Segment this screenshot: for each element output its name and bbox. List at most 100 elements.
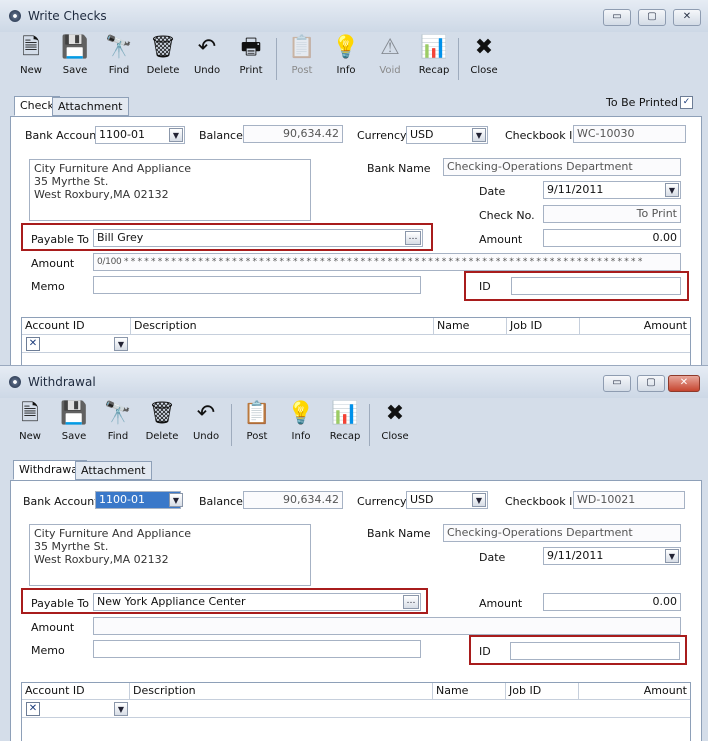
info-button[interactable]: 💡 Info [279, 400, 323, 450]
window-title: Withdrawal [28, 375, 96, 389]
recap-button[interactable]: 📊 Recap [323, 400, 367, 450]
find-button[interactable]: 🔭 Find [96, 400, 140, 450]
payable-to-field[interactable]: New York Appliance Center [93, 593, 421, 611]
recap-button[interactable]: 📊 Recap [412, 34, 456, 84]
column-header-name[interactable]: Name [433, 683, 506, 699]
undo-button[interactable]: ↶ Undo [184, 400, 228, 450]
row-divider [22, 717, 690, 718]
column-header-name[interactable]: Name [434, 318, 507, 334]
bank-account-dropdown-icon[interactable]: ▼ [169, 493, 183, 507]
void-button[interactable]: ⚠ Void [368, 34, 412, 84]
post-icon: 📋 [243, 401, 271, 426]
amount-label: Amount [479, 597, 523, 610]
address-line: West Roxbury,MA 02132 [34, 188, 169, 201]
amount-field[interactable]: 0.00 [543, 229, 681, 247]
account-id-dropdown-icon[interactable]: ▼ [114, 702, 128, 716]
memo-field[interactable] [93, 640, 421, 658]
currency-dropdown-icon[interactable]: ▼ [472, 128, 486, 142]
address-line: City Furniture And Appliance [34, 162, 192, 175]
find-button[interactable]: 🔭 Find [97, 34, 141, 84]
address-line: 35 Myrthe St. [34, 540, 109, 553]
post-button[interactable]: 📋 Post [280, 34, 324, 84]
post-button[interactable]: 📋 Post [235, 400, 279, 450]
column-header-job-id[interactable]: Job ID [506, 683, 579, 699]
undo-button[interactable]: ↶ Undo [185, 34, 229, 84]
toolbar-button-label: Post [291, 65, 313, 76]
close-window-button[interactable]: ✕ [673, 9, 701, 26]
minimize-button[interactable]: ▭ [603, 375, 631, 392]
close-button[interactable]: ✖ Close [462, 34, 506, 84]
printer-icon: 🖶 [240, 35, 262, 60]
memo-field[interactable] [93, 276, 421, 294]
bank-name-label: Bank Name [367, 162, 431, 175]
line-items-grid: Account ID Description Name Job ID Amoun… [21, 682, 691, 741]
save-button[interactable]: 💾 Save [52, 400, 96, 450]
trash-can-icon: 🗑 [148, 401, 176, 426]
id-field[interactable] [510, 642, 680, 660]
tab-attachment[interactable]: Attachment [52, 97, 129, 116]
toolbar-button-label: Recap [418, 65, 450, 76]
toolbar: 🗎 New 💾 Save 🔭 Find 🗑 Delete ↶ Undo 📋 Post 💡 Info 📊 Rec… [0, 398, 708, 452]
id-field[interactable] [511, 277, 681, 295]
column-header-amount[interactable]: Amount [579, 683, 690, 699]
column-header-account-id[interactable]: Account ID [22, 683, 130, 699]
column-header-job-id[interactable]: Job ID [507, 318, 580, 334]
payable-to-lookup-button[interactable]: … [403, 595, 419, 609]
minimize-button[interactable]: ▭ [603, 9, 631, 26]
column-header-account-id[interactable]: Account ID [22, 318, 131, 334]
new-button[interactable]: 🗎 New [9, 34, 53, 84]
date-dropdown-icon[interactable]: ▼ [665, 549, 679, 563]
toolbar-button-label: Recap [329, 431, 361, 442]
recap-icon: 📊 [331, 401, 359, 426]
amount-field[interactable]: 0.00 [543, 593, 681, 611]
toolbar-button-label: Find [108, 65, 130, 76]
delete-button[interactable]: 🗑 Delete [141, 34, 185, 84]
tab-attachment[interactable]: Attachment [75, 461, 152, 480]
toolbar-separator [231, 404, 232, 446]
toolbar-button-label: Close [381, 431, 409, 442]
to-be-printed-checkbox[interactable]: ✓ [680, 96, 693, 109]
title-bar[interactable]: Write Checks ▭ ▢ ✕ [0, 0, 708, 32]
account-id-dropdown-icon[interactable]: ▼ [114, 337, 128, 351]
bank-account-dropdown-icon[interactable]: ▼ [169, 128, 183, 142]
checkbook-id-field: WC-10030 [573, 125, 686, 143]
toolbar-button-label: New [20, 65, 42, 76]
currency-dropdown-icon[interactable]: ▼ [472, 493, 486, 507]
address-line: City Furniture And Appliance [34, 527, 192, 540]
floppy-disk-icon: 💾 [60, 401, 88, 426]
maximize-button[interactable]: ▢ [637, 375, 665, 392]
binoculars-icon: 🔭 [104, 401, 132, 426]
binoculars-icon: 🔭 [105, 35, 133, 60]
column-header-amount[interactable]: Amount [580, 318, 690, 334]
bank-name-field: Checking-Operations Department [443, 158, 681, 176]
bank-name-field: Checking-Operations Department [443, 524, 681, 542]
row-delete-checkbox[interactable]: ✕ [26, 337, 40, 351]
column-header-description[interactable]: Description [130, 683, 433, 699]
address-box[interactable]: City Furniture And Appliance 35 Myrthe S… [29, 524, 311, 586]
delete-button[interactable]: 🗑 Delete [140, 400, 184, 450]
check-panel: Bank Account 1100-01 ▼ Balance 90,634.42… [10, 116, 702, 365]
id-label: ID [479, 280, 491, 293]
date-field[interactable]: 9/11/2011 [543, 547, 681, 565]
row-delete-checkbox[interactable]: ✕ [26, 702, 40, 716]
payable-to-lookup-button[interactable]: … [405, 231, 421, 245]
toolbar-button-label: Print [239, 65, 263, 76]
close-window-button[interactable]: ✕ [668, 375, 700, 392]
toolbar-separator [458, 38, 459, 80]
date-dropdown-icon[interactable]: ▼ [665, 183, 679, 197]
print-button[interactable]: 🖶 Print [229, 34, 273, 84]
address-box[interactable]: City Furniture And Appliance 35 Myrthe S… [29, 159, 311, 221]
title-bar[interactable]: Withdrawal ▭ ▢ ✕ [0, 366, 708, 398]
date-field[interactable]: 9/11/2011 [543, 181, 681, 199]
info-button[interactable]: 💡 Info [324, 34, 368, 84]
maximize-button[interactable]: ▢ [638, 9, 666, 26]
payable-to-field[interactable]: Bill Grey [93, 229, 423, 247]
save-button[interactable]: 💾 Save [53, 34, 97, 84]
close-button[interactable]: ✖ Close [373, 400, 417, 450]
date-label: Date [479, 551, 506, 564]
toolbar-button-label: Info [291, 431, 311, 442]
toolbar: 🗎 New 💾 Save 🔭 Find 🗑 Delete ↶ Undo 🖶 Print 📋 Post 💡 In… [0, 32, 708, 86]
column-header-description[interactable]: Description [131, 318, 434, 334]
new-button[interactable]: 🗎 New [8, 400, 52, 450]
balance-label: Balance [199, 129, 243, 142]
